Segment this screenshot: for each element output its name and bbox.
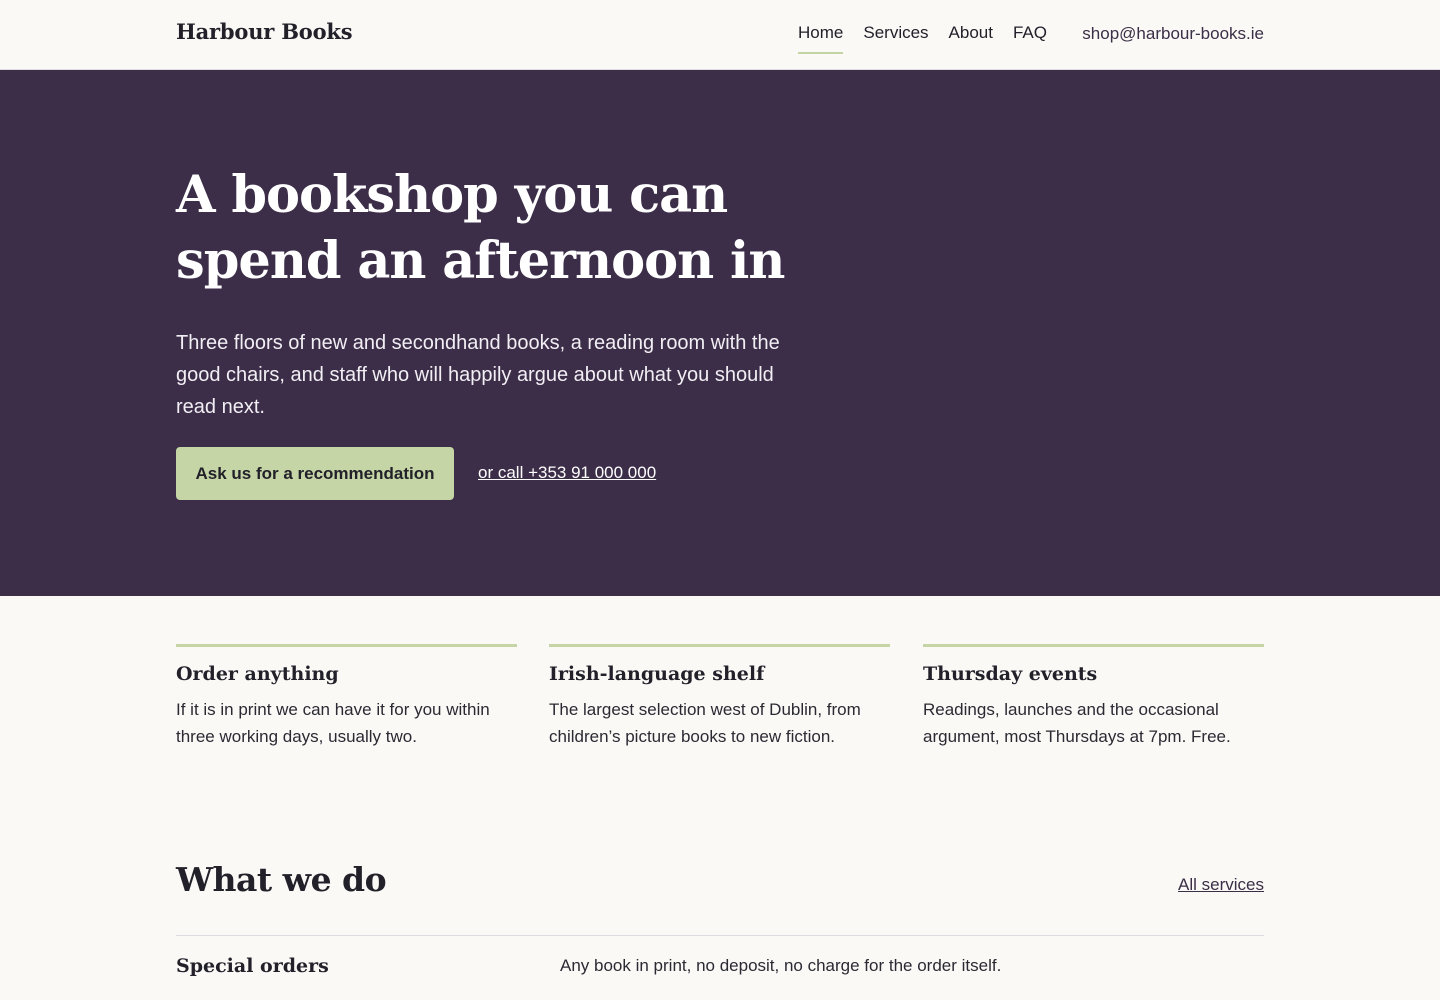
call-phone-link[interactable]: or call +353 91 000 000 — [478, 462, 656, 484]
brand-logo[interactable]: Harbour Books — [176, 19, 353, 44]
feature-title: Order anything — [176, 663, 339, 685]
feature-title: Thursday events — [923, 663, 1098, 685]
feature-irish-shelf: Irish-language shelf The largest selecti… — [549, 644, 890, 750]
nav-faq[interactable]: FAQ — [1013, 22, 1047, 54]
service-name: Special orders — [176, 955, 329, 977]
nav-services[interactable]: Services — [863, 22, 928, 54]
services-section-title: What we do — [176, 860, 387, 899]
nav-home[interactable]: Home — [798, 22, 844, 54]
site-header: Harbour Books Home Services About FAQ sh… — [0, 0, 1440, 70]
service-row-special-orders: Special orders Any book in print, no dep… — [176, 953, 1264, 983]
all-services-link[interactable]: All services — [1178, 874, 1264, 896]
hero-lede: Three floors of new and secondhand books… — [176, 332, 780, 418]
recommendation-button[interactable]: Ask us for a recommendation — [176, 447, 454, 500]
service-description: Any book in print, no deposit, no charge… — [560, 956, 1002, 975]
nav-about[interactable]: About — [949, 22, 993, 54]
feature-order-anything: Order anything If it is in print we can … — [176, 644, 517, 750]
hero-title: A bookshop you can spend an afternoon in — [176, 165, 785, 291]
feature-text: If it is in print we can have it for you… — [176, 700, 490, 746]
feature-thursday-events: Thursday events Readings, launches and t… — [923, 644, 1264, 750]
header-email-link[interactable]: shop@harbour-books.ie — [1082, 23, 1264, 45]
feature-text: The largest selection west of Dublin, fr… — [549, 700, 861, 746]
feature-text: Readings, launches and the occasional ar… — [923, 700, 1231, 746]
feature-title: Irish-language shelf — [549, 663, 765, 685]
hero-section: A bookshop you can spend an afternoon in… — [0, 70, 1440, 596]
main-nav: Home Services About FAQ — [798, 22, 1047, 54]
services-divider — [176, 935, 1264, 936]
